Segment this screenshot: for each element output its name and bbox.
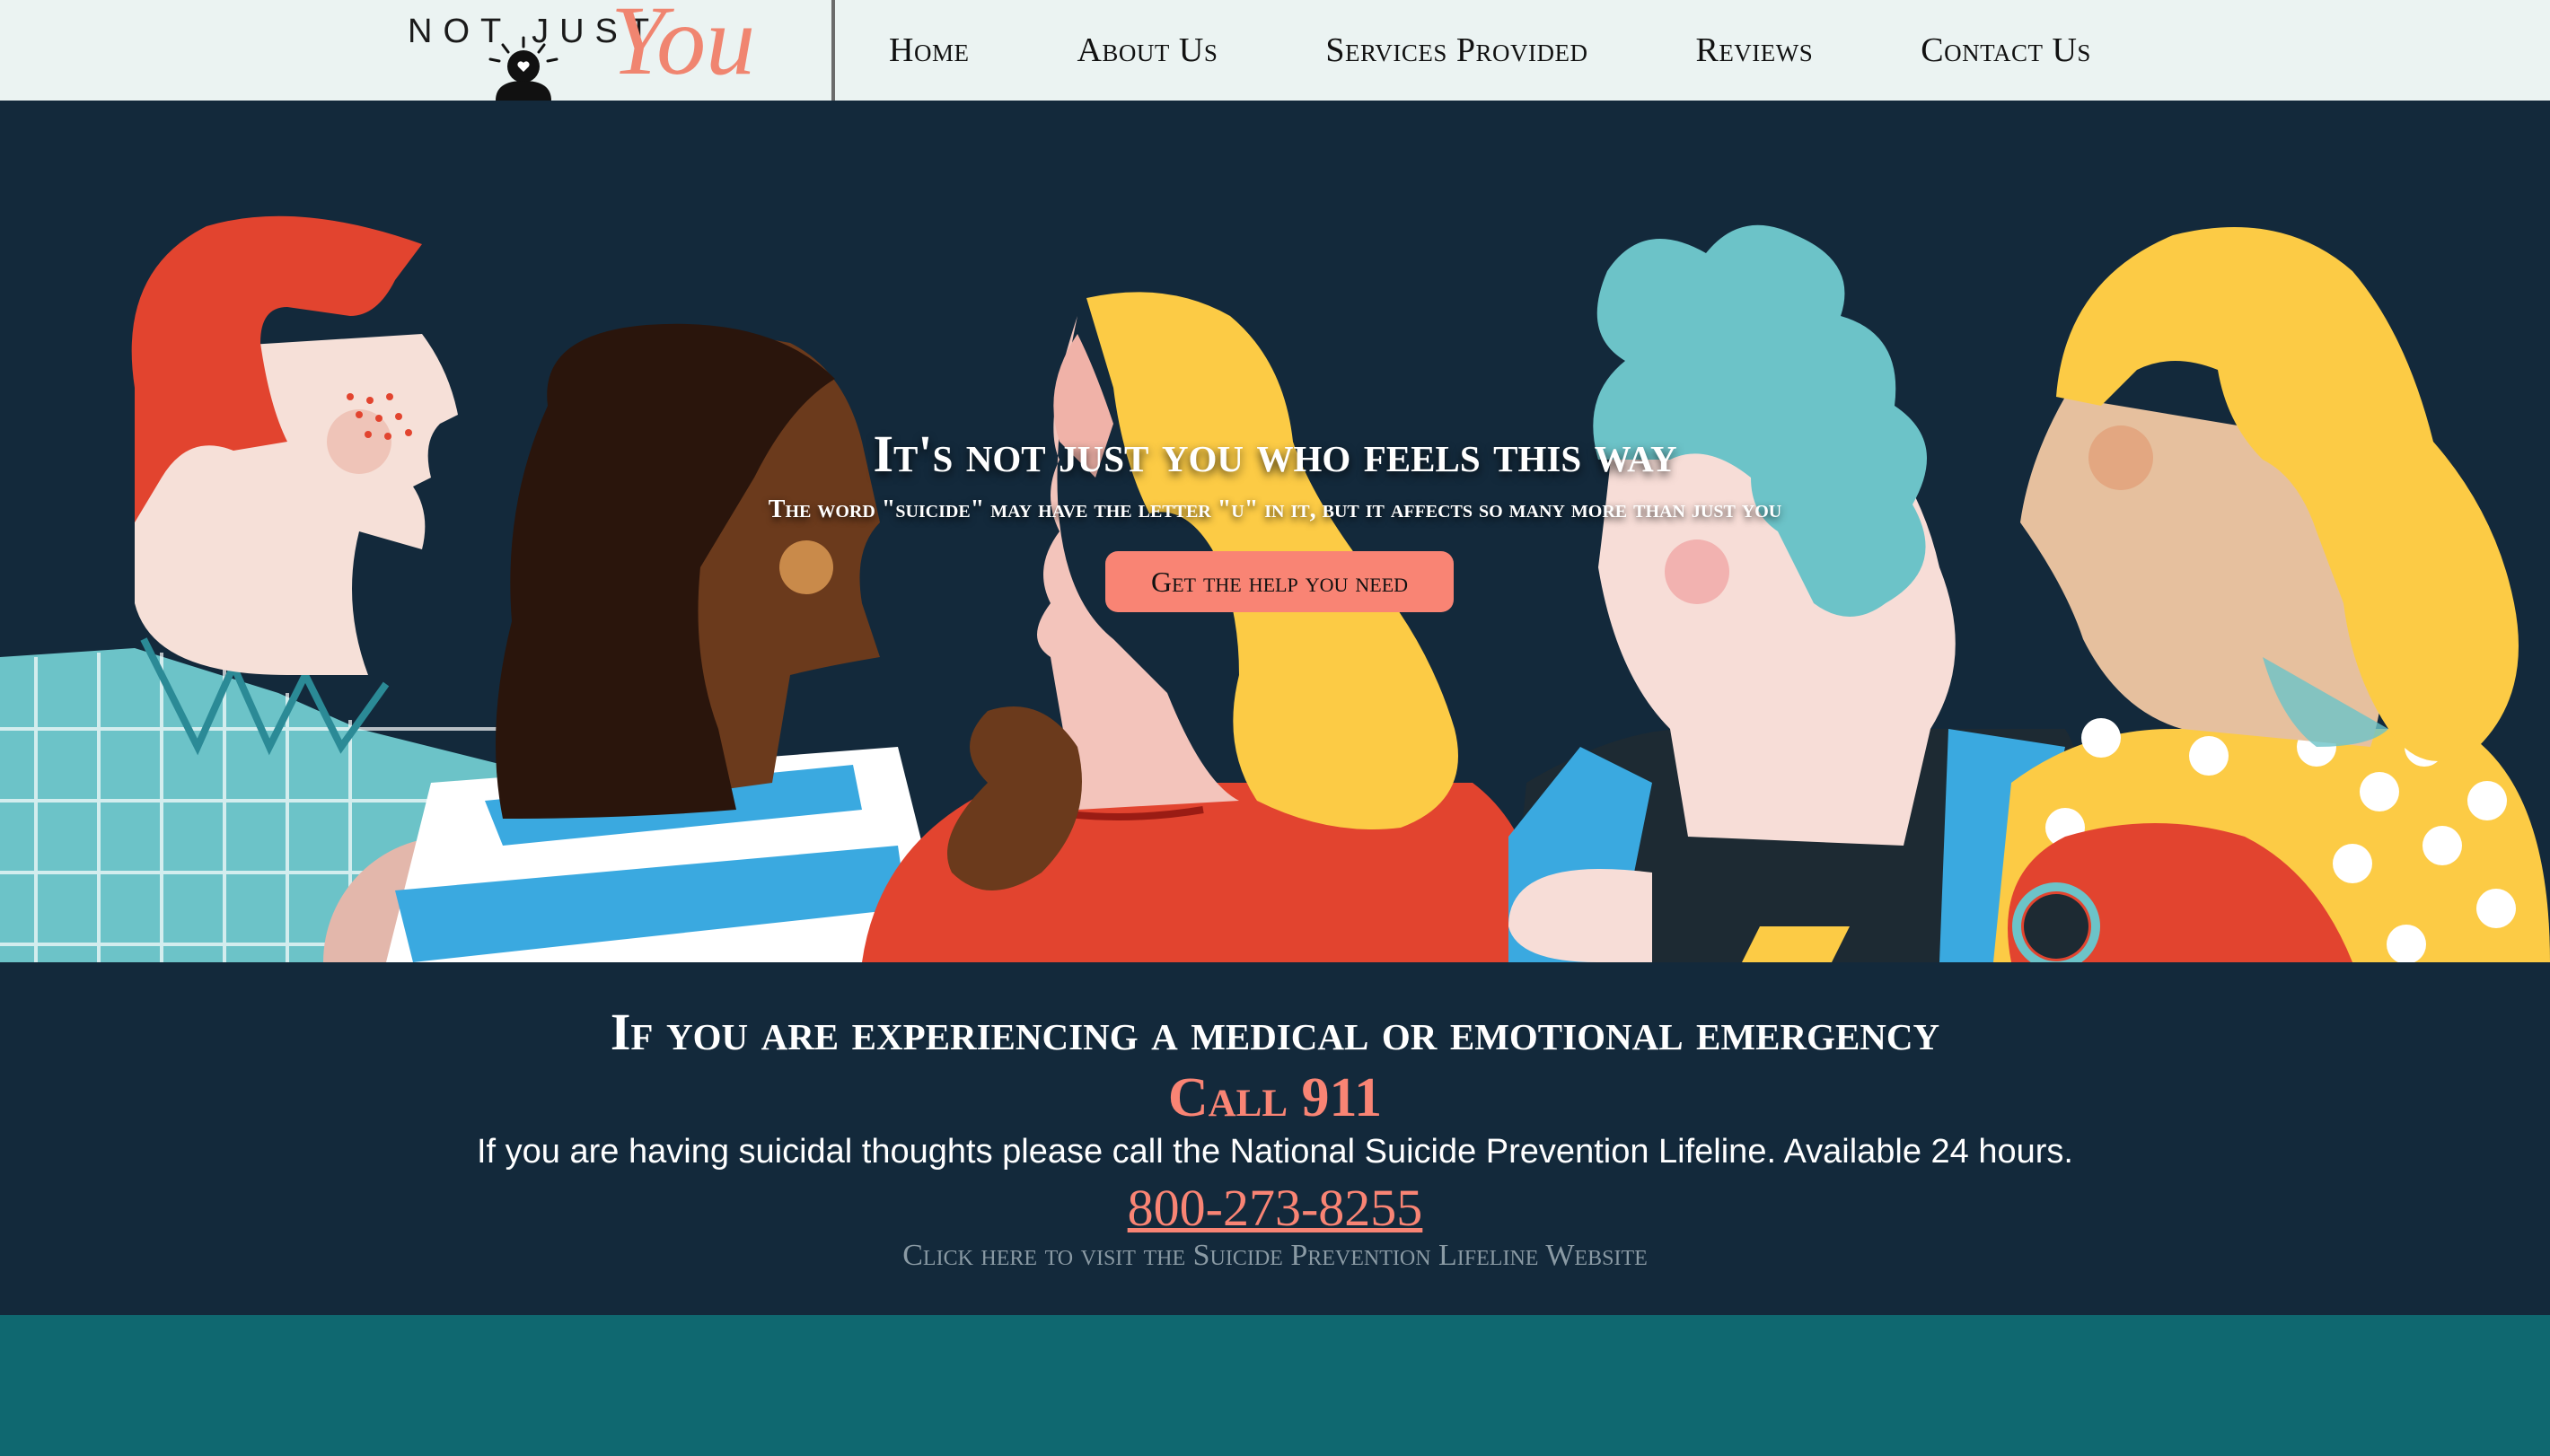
nav-home[interactable]: Home <box>889 31 969 70</box>
person-with-heart-icon <box>488 36 558 101</box>
lifeline-phone-link[interactable]: 800-273-8255 <box>0 1178 2550 1238</box>
hero-illustration <box>0 215 2550 962</box>
lifeline-website-link[interactable]: Click here to visit the Suicide Preventi… <box>0 1239 2550 1273</box>
call-911-label: Call 911 <box>1167 1067 1383 1128</box>
emergency-section: If you are experiencing a medical or emo… <box>0 962 2550 1315</box>
footer-band <box>0 1315 2550 1456</box>
get-help-button[interactable]: Get the help you need <box>1105 551 1454 612</box>
nav-contact-us[interactable]: Contact Us <box>1921 31 2091 70</box>
emergency-heading: If you are experiencing a medical or emo… <box>610 1003 1940 1061</box>
nav-about-us[interactable]: About Us <box>1077 31 1218 70</box>
site-logo[interactable]: NOT JUST You <box>395 0 826 101</box>
illustration-person-yellow-hair <box>1993 227 2550 962</box>
main-nav: Home About Us Services Provided Reviews … <box>889 0 2199 101</box>
illustration-person-teal-hair <box>1508 224 2080 962</box>
logo-script-text: You <box>611 0 756 95</box>
hero-subtitle: The word "suicide" may have the letter "… <box>768 496 1782 523</box>
lifeline-text: If you are having suicidal thoughts plea… <box>477 1133 2073 1171</box>
nav-services-provided[interactable]: Services Provided <box>1325 31 1587 70</box>
nav-reviews[interactable]: Reviews <box>1695 31 1813 70</box>
hero-section: It's not just you who feels this way The… <box>0 101 2550 962</box>
hero-title: It's not just you who feels this way <box>873 425 1677 483</box>
site-header: NOT JUST You Home About Us Services Prov… <box>0 0 2550 101</box>
illustration-person-blonde <box>862 292 1544 962</box>
illustration-person-dark-hair <box>386 323 952 962</box>
header-divider <box>831 0 835 101</box>
